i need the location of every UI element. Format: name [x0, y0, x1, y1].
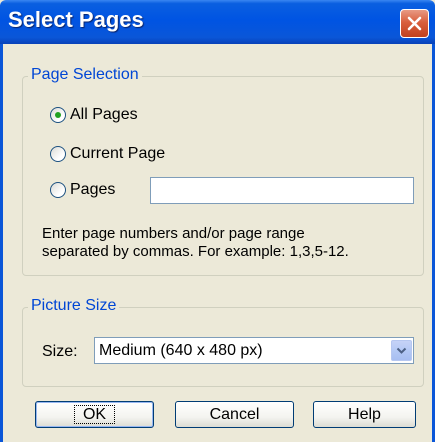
chevron-down-icon: [396, 347, 407, 354]
help-button-label: Help: [348, 406, 381, 423]
radio-all-pages-indicator[interactable]: [50, 107, 66, 123]
radio-current-page-label: Current Page: [70, 145, 166, 162]
size-label: Size:: [42, 343, 78, 360]
cancel-button-label: Cancel: [209, 406, 260, 423]
radio-pages-indicator[interactable]: [50, 182, 66, 198]
hint-line-2: separated by commas. For example: 1,3,5-…: [42, 243, 349, 260]
radio-current-page[interactable]: Current Page: [50, 145, 165, 163]
radio-all-pages[interactable]: All Pages: [50, 106, 138, 124]
ok-button[interactable]: OK: [35, 401, 154, 428]
page-selection-legend: Page Selection: [28, 66, 142, 84]
radio-all-pages-label: All Pages: [70, 106, 138, 123]
dropdown-button[interactable]: [391, 340, 412, 361]
close-icon: [407, 16, 422, 31]
radio-pages-label: Pages: [70, 181, 116, 198]
ok-button-label: OK: [73, 405, 116, 424]
page-range-hint: Enter page numbers and/or page range sep…: [42, 225, 349, 261]
hint-line-1: Enter page numbers and/or page range: [42, 225, 305, 242]
close-button[interactable]: [400, 9, 429, 38]
size-select[interactable]: Medium (640 x 480 px): [94, 337, 414, 364]
dialog-title: Select Pages: [8, 7, 144, 32]
help-button[interactable]: Help: [313, 401, 416, 428]
size-select-value: Medium (640 x 480 px): [99, 341, 263, 359]
radio-pages[interactable]: Pages: [50, 181, 115, 199]
title-bar[interactable]: Select Pages: [0, 0, 435, 44]
radio-current-page-indicator[interactable]: [50, 146, 66, 162]
cancel-button[interactable]: Cancel: [175, 401, 294, 428]
pages-input[interactable]: [150, 177, 414, 204]
picture-size-legend: Picture Size: [28, 297, 120, 315]
